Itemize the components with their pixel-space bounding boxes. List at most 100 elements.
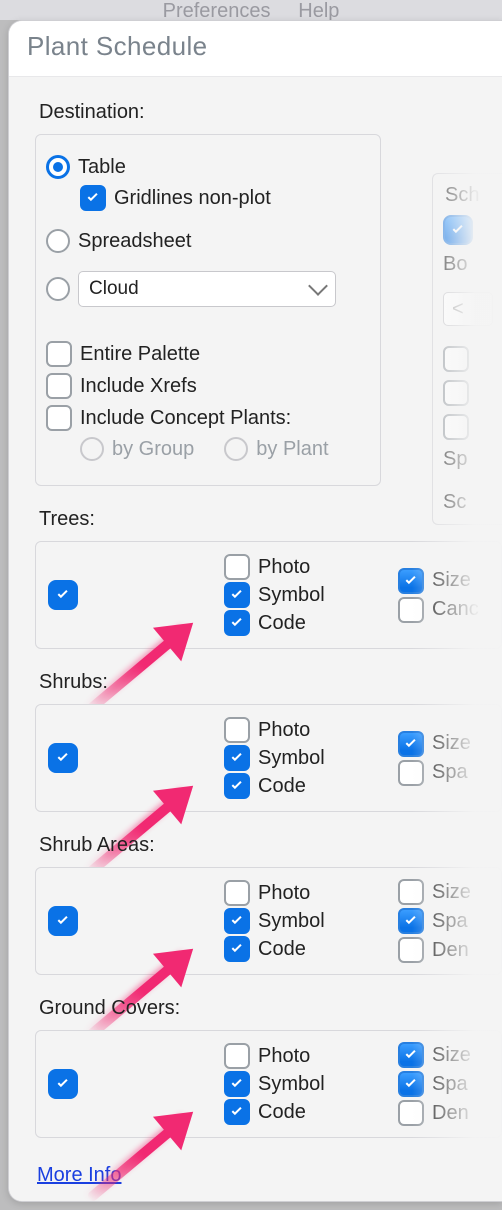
categories-container: Trees: Photo Symbol Code Size Canc Shrubs: Phot… [35,508,502,1138]
category-3: Ground Covers: Photo Symbol Code Size Spa Den [35,997,502,1138]
menu-item-preferences[interactable]: Preferences [163,0,271,22]
category-code-checkbox[interactable] [224,773,250,799]
category-code-label: Code [258,775,306,798]
category-label: Ground Covers: [39,997,502,1020]
category-right-label: Spa [432,910,468,933]
category-photo-label: Photo [258,719,310,742]
category-main-checkbox[interactable] [48,743,78,773]
category-code-checkbox[interactable] [224,610,250,636]
category-symbol-checkbox[interactable] [224,908,250,934]
category-body: Photo Symbol Code Size Canc [35,541,502,649]
more-info-link[interactable]: More Info [37,1164,121,1187]
category-main-checkbox[interactable] [48,906,78,936]
category-right-checkbox[interactable] [398,760,424,786]
destination-cloud-radio[interactable] [46,277,70,301]
schedule-side-panel: Sch Bo < Sp Sc [432,173,502,525]
category-2: Shrub Areas: Photo Symbol Code Size Spa Den [35,834,502,975]
category-photo-label: Photo [258,882,310,905]
category-right-checkbox[interactable] [398,937,424,963]
plant-schedule-dialog: Plant Schedule Destination: Table Gridli… [8,20,502,1202]
category-right-label: Den [432,939,469,962]
category-right-checkbox[interactable] [398,731,424,757]
side-input[interactable]: < [443,292,493,326]
by-plant-radio [224,437,248,461]
destination-spreadsheet-label: Spreadsheet [78,230,191,253]
category-right-label: Size [432,881,471,904]
include-concept-checkbox[interactable] [46,405,72,431]
category-right-label: Size [432,569,471,592]
destination-label: Destination: [39,101,502,124]
category-label: Shrub Areas: [39,834,502,857]
category-photo-label: Photo [258,556,310,579]
annotation-arrow [86,1113,190,1202]
category-symbol-label: Symbol [258,1073,325,1096]
gridlines-label: Gridlines non-plot [114,187,271,210]
entire-palette-checkbox[interactable] [46,341,72,367]
category-right-checkbox[interactable] [398,568,424,594]
include-concept-label: Include Concept Plants: [80,407,291,430]
include-xrefs-checkbox[interactable] [46,373,72,399]
dialog-title: Plant Schedule [9,21,502,77]
gridlines-checkbox[interactable] [80,185,106,211]
category-code-checkbox[interactable] [224,1099,250,1125]
category-code-label: Code [258,938,306,961]
category-main-checkbox[interactable] [48,580,78,610]
chevron-down-icon [308,276,328,296]
cloud-select-value: Cloud [89,278,139,300]
by-plant-label: by Plant [256,438,328,461]
category-photo-checkbox[interactable] [224,880,250,906]
category-photo-checkbox[interactable] [224,1043,250,1069]
category-symbol-checkbox[interactable] [224,582,250,608]
category-photo-checkbox[interactable] [224,717,250,743]
category-body: Photo Symbol Code Size Spa Den [35,867,502,975]
destination-spreadsheet-radio[interactable] [46,229,70,253]
category-code-label: Code [258,612,306,635]
destination-table-radio[interactable] [46,155,70,179]
destination-panel: Table Gridlines non-plot Spreadsheet Clo… [35,134,381,486]
sch-label: Sch [445,184,502,207]
bo-label: Bo [443,253,502,276]
category-right-label: Canc [432,598,479,621]
category-right-checkbox[interactable] [398,1042,424,1068]
category-label: Shrubs: [39,671,502,694]
menu-item-help[interactable]: Help [298,0,339,22]
category-label: Trees: [39,508,502,531]
by-group-label: by Group [112,438,194,461]
side-cb-2[interactable] [443,380,469,406]
category-photo-checkbox[interactable] [224,554,250,580]
category-code-label: Code [258,1101,306,1124]
category-right-checkbox[interactable] [398,597,424,623]
category-main-checkbox[interactable] [48,1069,78,1099]
side-top-checkbox[interactable] [443,215,473,245]
category-symbol-checkbox[interactable] [224,745,250,771]
category-photo-label: Photo [258,1045,310,1068]
category-0: Trees: Photo Symbol Code Size Canc [35,508,502,649]
category-code-checkbox[interactable] [224,936,250,962]
menu-bar: Preferences Help [0,0,502,20]
category-right-label: Size [432,1044,471,1067]
category-right-checkbox[interactable] [398,1071,424,1097]
category-body: Photo Symbol Code Size Spa [35,704,502,812]
category-right-checkbox[interactable] [398,879,424,905]
sp-label: Sp [443,448,502,471]
category-right-label: Size [432,732,471,755]
destination-table-label: Table [78,156,126,179]
include-xrefs-label: Include Xrefs [80,375,197,398]
side-cb-1[interactable] [443,346,469,372]
entire-palette-label: Entire Palette [80,343,200,366]
category-right-label: Den [432,1102,469,1125]
cloud-select[interactable]: Cloud [78,271,336,307]
category-right-label: Spa [432,761,468,784]
category-1: Shrubs: Photo Symbol Code Size Spa [35,671,502,812]
category-right-checkbox[interactable] [398,1100,424,1126]
by-group-radio [80,437,104,461]
dialog-content: Destination: Table Gridlines non-plot Sp… [9,77,502,1201]
category-symbol-label: Symbol [258,747,325,770]
category-right-label: Spa [432,1073,468,1096]
category-right-checkbox[interactable] [398,908,424,934]
category-body: Photo Symbol Code Size Spa Den [35,1030,502,1138]
side-cb-3[interactable] [443,414,469,440]
category-symbol-label: Symbol [258,910,325,933]
category-symbol-checkbox[interactable] [224,1071,250,1097]
category-symbol-label: Symbol [258,584,325,607]
